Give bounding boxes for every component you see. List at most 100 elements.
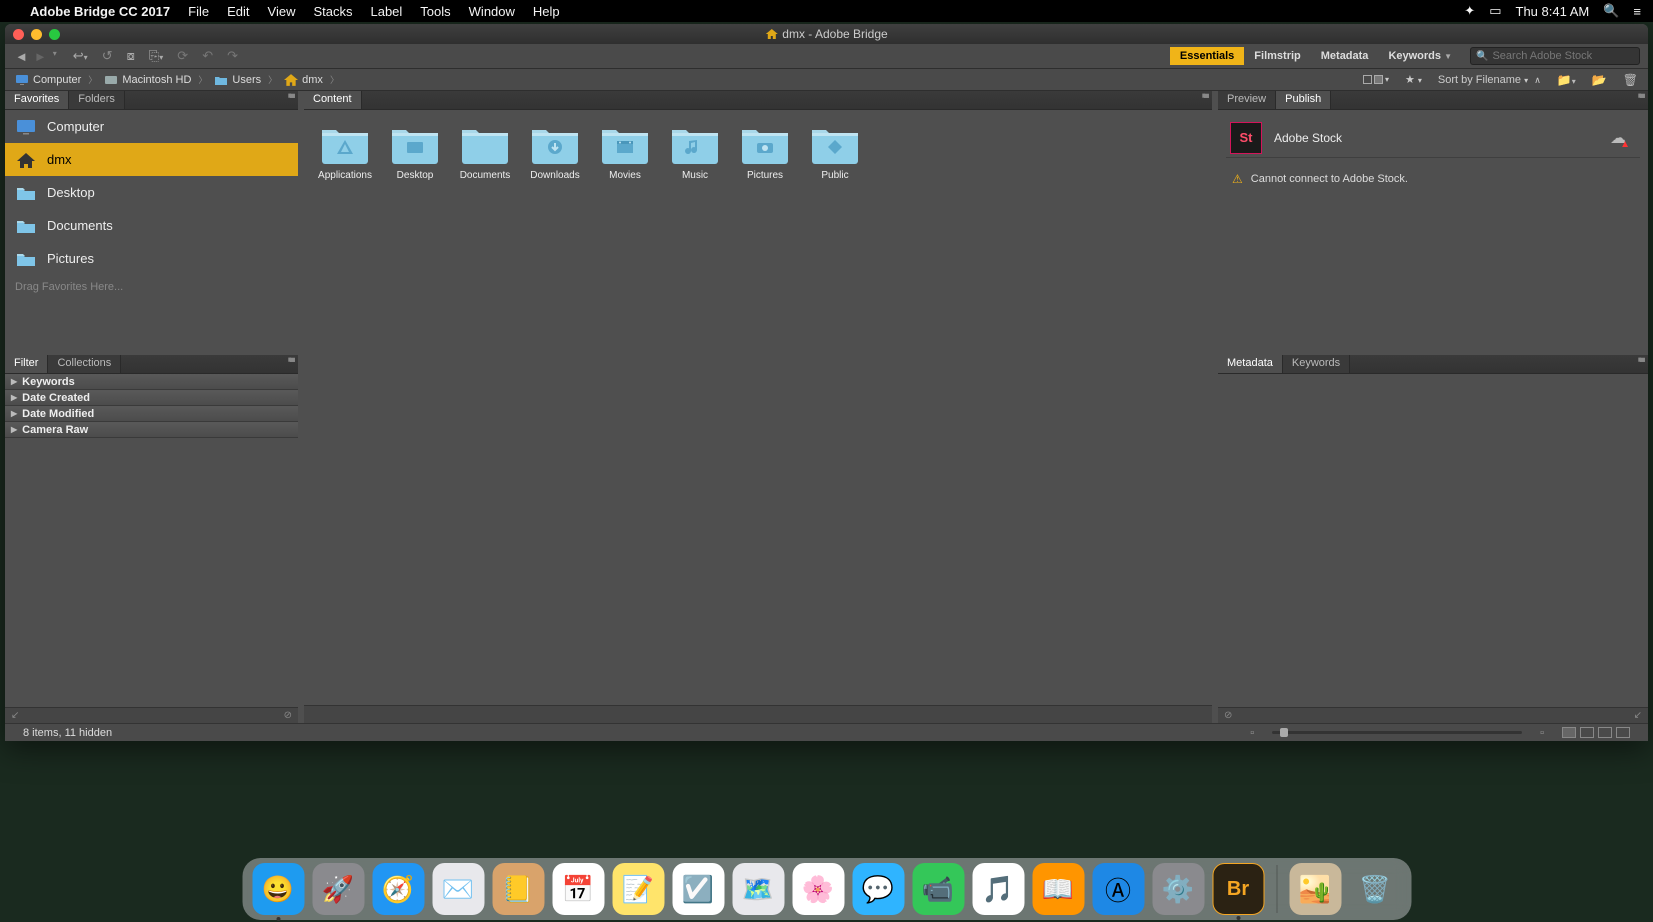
menu-stacks[interactable]: Stacks: [313, 4, 352, 19]
workspace-filmstrip[interactable]: Filmstrip: [1244, 47, 1310, 65]
dock-bridge[interactable]: Br: [1212, 863, 1264, 915]
camera-import-icon[interactable]: ⧇: [127, 48, 135, 64]
dock-messages[interactable]: 💬: [852, 863, 904, 915]
open-recent-icon[interactable]: 📂: [1592, 73, 1607, 87]
trash-icon[interactable]: 🗑: [1623, 73, 1638, 87]
dock-launchpad[interactable]: 🚀: [312, 863, 364, 915]
folder-music[interactable]: Music: [660, 122, 730, 212]
folder-applications[interactable]: Applications: [310, 122, 380, 212]
filter-date-modified[interactable]: ▶Date Modified: [5, 406, 298, 422]
crumb-dmx[interactable]: dmx: [284, 74, 323, 86]
menu-label[interactable]: Label: [370, 4, 402, 19]
search-stock-field[interactable]: 🔍 Search Adobe Stock: [1470, 47, 1640, 65]
dock-photos[interactable]: 🌸: [792, 863, 844, 915]
menu-help[interactable]: Help: [533, 4, 560, 19]
menu-file[interactable]: File: [188, 4, 209, 19]
tab-content[interactable]: Content: [304, 91, 362, 109]
thumbnail-size-slider[interactable]: [1272, 731, 1522, 734]
tab-publish[interactable]: Publish: [1276, 91, 1331, 109]
dock-finder[interactable]: 😀: [252, 863, 304, 915]
content-grid[interactable]: ApplicationsDesktopDocumentsDownloadsMov…: [304, 110, 1212, 705]
favorite-dmx[interactable]: dmx: [5, 143, 298, 176]
tab-favorites[interactable]: Favorites: [5, 91, 69, 109]
dock-appstore[interactable]: Ⓐ: [1092, 863, 1144, 915]
view-grid-icon[interactable]: [1562, 727, 1576, 738]
workspace-metadata[interactable]: Metadata: [1311, 47, 1379, 65]
folder-downloads[interactable]: Downloads: [520, 122, 590, 212]
tab-keywords[interactable]: Keywords: [1283, 355, 1350, 373]
dock-facetime[interactable]: 📹: [912, 863, 964, 915]
tab-filter[interactable]: Filter: [5, 355, 48, 373]
metadata-apply-icon[interactable]: ↙: [1634, 710, 1642, 721]
dock-desktop-pic[interactable]: 🏜️: [1289, 863, 1341, 915]
view-lock-icon[interactable]: [1580, 727, 1594, 738]
panel-menu-icon[interactable]: ▝▀: [286, 358, 294, 366]
menubar-clock[interactable]: Thu 8:41 AM: [1516, 4, 1590, 19]
dock-contacts[interactable]: 📒: [492, 863, 544, 915]
rotate-cw-icon[interactable]: ↷: [227, 48, 238, 64]
workspace-keywords[interactable]: Keywords ▼: [1378, 47, 1462, 65]
app-name[interactable]: Adobe Bridge CC 2017: [30, 4, 170, 19]
favorite-computer[interactable]: Computer: [5, 110, 298, 143]
favorite-pictures[interactable]: Pictures: [5, 242, 298, 275]
dock-ibooks[interactable]: 📖: [1032, 863, 1084, 915]
zoom-button[interactable]: [49, 29, 60, 40]
folder-movies[interactable]: Movies: [590, 122, 660, 212]
favorite-desktop[interactable]: Desktop: [5, 176, 298, 209]
filter-clear-icon[interactable]: ⊘: [284, 710, 292, 721]
dock-trash[interactable]: 🗑️: [1349, 863, 1401, 915]
new-folder-icon[interactable]: 📁▾: [1557, 73, 1576, 87]
dock-itunes[interactable]: 🎵: [972, 863, 1024, 915]
adobe-stock-row[interactable]: St Adobe Stock ☁▲: [1226, 118, 1640, 158]
dock-mail[interactable]: ✉️: [432, 863, 484, 915]
filter-rating-icon[interactable]: ★ ▾: [1405, 73, 1422, 86]
crumb-users[interactable]: Users: [214, 74, 261, 86]
tab-metadata[interactable]: Metadata: [1218, 355, 1283, 373]
filter-date-created[interactable]: ▶Date Created: [5, 390, 298, 406]
dock-notes[interactable]: 📝: [612, 863, 664, 915]
batch-rename-icon[interactable]: ⎘▾: [149, 48, 163, 64]
filter-keywords[interactable]: ▶Keywords: [5, 374, 298, 390]
menu-edit[interactable]: Edit: [227, 4, 249, 19]
dock-safari[interactable]: 🧭: [372, 863, 424, 915]
menu-window[interactable]: Window: [469, 4, 515, 19]
spotlight-icon[interactable]: 🔍: [1603, 3, 1619, 19]
menu-view[interactable]: View: [268, 4, 296, 19]
panel-menu-icon[interactable]: ▝▀: [1636, 94, 1644, 102]
folder-desktop[interactable]: Desktop: [380, 122, 450, 212]
thumbnail-quality-icon[interactable]: ▾: [1363, 75, 1389, 84]
tab-folders[interactable]: Folders: [69, 91, 125, 109]
boomerang-icon[interactable]: ↺: [102, 48, 113, 64]
folder-documents[interactable]: Documents: [450, 122, 520, 212]
dock-sysprefs[interactable]: ⚙️: [1152, 863, 1204, 915]
folder-public[interactable]: Public: [800, 122, 870, 212]
minimize-button[interactable]: [31, 29, 42, 40]
folder-pictures[interactable]: Pictures: [730, 122, 800, 212]
filter-pin-icon[interactable]: ↙: [11, 710, 19, 721]
zoom-out-icon[interactable]: ▫: [1250, 727, 1254, 739]
refresh-icon[interactable]: ⟳: [177, 48, 188, 64]
dock-reminders[interactable]: ☑️: [672, 863, 724, 915]
dock-maps[interactable]: 🗺️: [732, 863, 784, 915]
display-icon[interactable]: ▭: [1489, 3, 1501, 19]
reveal-recent-icon[interactable]: ↩▾: [73, 48, 88, 64]
assistant-icon[interactable]: ✦: [1464, 3, 1475, 19]
crumb-computer[interactable]: Computer: [15, 74, 81, 86]
workspace-essentials[interactable]: Essentials: [1170, 47, 1244, 65]
favorite-documents[interactable]: Documents: [5, 209, 298, 242]
view-details-icon[interactable]: [1598, 727, 1612, 738]
close-button[interactable]: [13, 29, 24, 40]
tab-preview[interactable]: Preview: [1218, 91, 1276, 109]
metadata-cancel-icon[interactable]: ⊘: [1224, 710, 1232, 721]
rotate-ccw-icon[interactable]: ↶: [202, 48, 213, 64]
sort-dropdown[interactable]: Sort by Filename ▾ ∧: [1438, 74, 1541, 86]
tab-collections[interactable]: Collections: [48, 355, 121, 373]
menu-list-icon[interactable]: ≡: [1633, 4, 1641, 19]
crumb-drive[interactable]: Macintosh HD: [104, 74, 191, 86]
nav-back-forward[interactable]: ◄►▾: [13, 49, 59, 64]
panel-menu-icon[interactable]: ▝▀: [1200, 94, 1208, 102]
view-list-icon[interactable]: [1616, 727, 1630, 738]
panel-menu-icon[interactable]: ▝▀: [286, 94, 294, 102]
filter-camera-raw[interactable]: ▶Camera Raw: [5, 422, 298, 438]
panel-menu-icon[interactable]: ▝▀: [1636, 358, 1644, 366]
